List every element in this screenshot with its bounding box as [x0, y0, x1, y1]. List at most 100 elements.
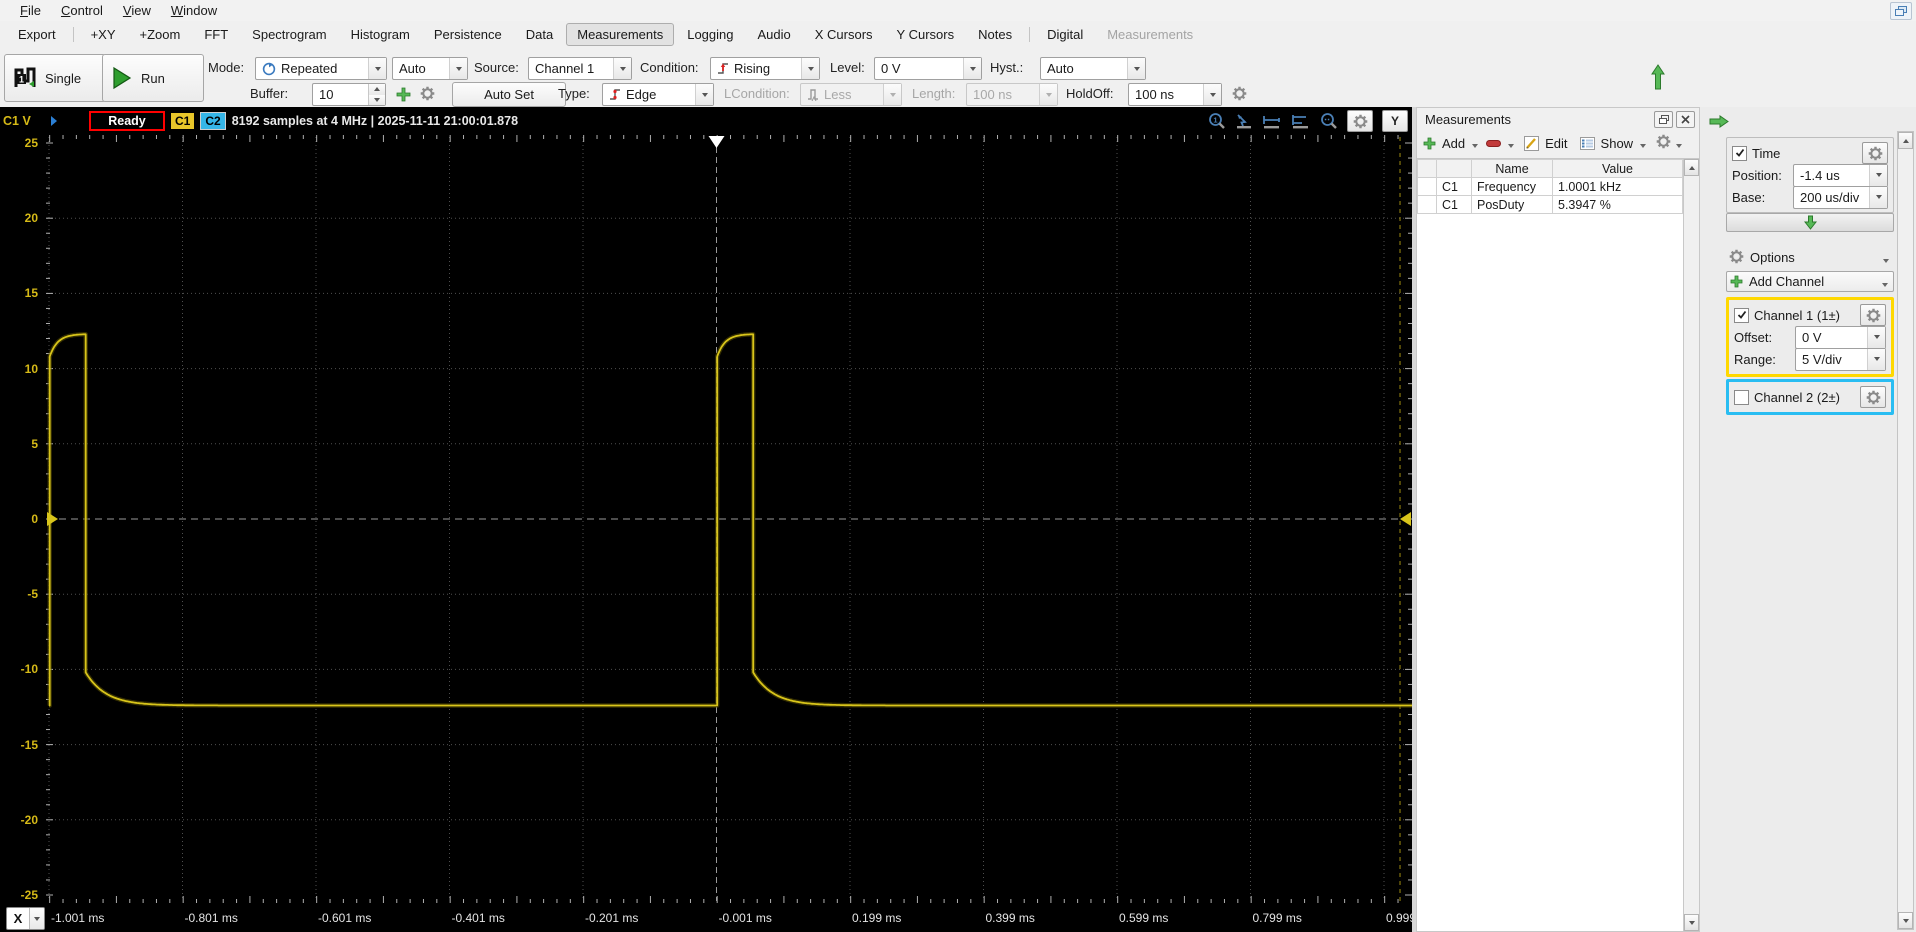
add-measurement-button[interactable]: Add	[1442, 136, 1465, 151]
lcondition-select[interactable]: Less	[800, 83, 902, 106]
add-measurement-icon[interactable]	[1423, 137, 1436, 150]
tab-data[interactable]: Data	[515, 23, 564, 46]
add-channel-dropdown[interactable]: Add Channel	[1726, 271, 1894, 292]
remove-measurement-icon[interactable]	[1486, 139, 1502, 147]
channel1-label: Channel 1 (1±)	[1754, 307, 1840, 323]
run-icon	[113, 66, 132, 90]
scroll-down-button[interactable]	[1898, 912, 1913, 929]
channel1-offset-select[interactable]: 0 V	[1795, 325, 1886, 349]
single-acquisition-icon: 1	[14, 67, 36, 87]
measurements-scrollbar[interactable]	[1683, 159, 1699, 931]
plot-area[interactable]: 25 20 15 10 5 0 -5 -10 -15 -20 -25	[0, 135, 1412, 903]
length-input[interactable]: 100 ns	[966, 83, 1058, 106]
show-dropdown-caret[interactable]	[1640, 144, 1647, 148]
scroll-up-button[interactable]	[1898, 132, 1913, 149]
buffer-stepper[interactable]: 10	[312, 83, 386, 106]
time-settings-button[interactable]	[1862, 142, 1888, 164]
options-dropdown[interactable]: Options	[1726, 247, 1894, 268]
menu-control[interactable]: Control	[51, 2, 113, 19]
channel1-badge[interactable]: C1	[171, 113, 195, 129]
buffer-settings-icon[interactable]	[420, 86, 435, 104]
close-panel-button[interactable]	[1676, 110, 1695, 128]
holdoff-input[interactable]: 100 ns	[1128, 83, 1222, 106]
tab-notes[interactable]: Notes	[967, 23, 1023, 46]
menu-file[interactable]: File	[10, 2, 51, 19]
tab-histogram[interactable]: Histogram	[340, 23, 421, 46]
zoom-region-icon[interactable]	[1320, 112, 1338, 130]
mode-auto-select[interactable]: Auto	[392, 57, 468, 80]
zoom-preset-icon[interactable]: 1	[1208, 112, 1226, 130]
tab--xy[interactable]: +XY	[80, 23, 127, 46]
control-panel-scrollbar[interactable]	[1897, 131, 1914, 930]
measurement-row[interactable]: C1 Frequency 1.0001 kHz	[1417, 177, 1683, 196]
oscilloscope-canvas[interactable]	[46, 135, 1412, 903]
tab-fft[interactable]: FFT	[193, 23, 239, 46]
measure-vertical-icon[interactable]	[1291, 113, 1311, 129]
edit-button[interactable]: Edit	[1545, 136, 1567, 151]
tab-digital[interactable]: Digital	[1036, 23, 1094, 46]
trigger-source-select[interactable]: Channel 1	[528, 57, 632, 80]
hysteresis-select[interactable]: Auto	[1040, 57, 1146, 80]
scroll-up-arrow-icon[interactable]	[1650, 63, 1666, 91]
add-dropdown-caret[interactable]	[1472, 144, 1479, 148]
add-buffer-icon[interactable]	[396, 87, 411, 102]
x-axis-button[interactable]: X	[6, 907, 45, 930]
tab-audio[interactable]: Audio	[747, 23, 802, 46]
cascade-windows-button[interactable]	[1890, 2, 1912, 20]
trigger-settings-icon[interactable]	[1232, 86, 1247, 104]
auto-set-button[interactable]: Auto Set	[452, 82, 566, 107]
pointer-mode-icon[interactable]	[1235, 113, 1253, 129]
remove-dropdown-caret[interactable]	[1508, 144, 1515, 148]
name-header[interactable]: Name	[1471, 159, 1553, 178]
run-button[interactable]: Run	[102, 54, 204, 102]
channel2-badge[interactable]: C2	[200, 112, 226, 130]
condition-label: Condition:	[640, 60, 699, 75]
trigger-level-input[interactable]: 0 V	[874, 57, 982, 80]
tab-persistence[interactable]: Persistence	[423, 23, 513, 46]
svg-text:1: 1	[19, 75, 24, 85]
show-button[interactable]: Show	[1601, 136, 1634, 151]
channel1-checkbox[interactable]	[1734, 307, 1749, 323]
channel2-checkbox[interactable]	[1734, 389, 1749, 405]
plot-settings-button[interactable]	[1347, 110, 1373, 132]
time-base-select[interactable]: 200 us/div	[1793, 185, 1888, 209]
tab-measurements[interactable]: Measurements	[566, 22, 675, 46]
collapse-arrow-icon[interactable]	[49, 115, 59, 127]
trigger-type-select[interactable]: Edge	[602, 83, 714, 106]
scroll-down-button[interactable]	[1684, 914, 1699, 931]
c1-trace-glow	[47, 332, 1412, 708]
tab-logging[interactable]: Logging	[676, 23, 744, 46]
tab-spectrogram[interactable]: Spectrogram	[241, 23, 337, 46]
single-button[interactable]: 1 Single	[4, 54, 106, 102]
measurements-settings-icon[interactable]	[1656, 134, 1671, 152]
scroll-up-button[interactable]	[1684, 159, 1699, 176]
channel1-offset-marker[interactable]	[47, 512, 58, 526]
value-header[interactable]: Value	[1552, 159, 1683, 178]
time-position-select[interactable]: -1.4 us	[1793, 163, 1888, 187]
tab-y-cursors[interactable]: Y Cursors	[886, 23, 966, 46]
tab-x-cursors[interactable]: X Cursors	[804, 23, 884, 46]
menu-window[interactable]: Window	[161, 2, 227, 19]
channel1-range-select[interactable]: 5 V/div	[1795, 347, 1886, 371]
mode-select[interactable]: Repeated	[255, 57, 387, 80]
edit-icon[interactable]	[1524, 135, 1540, 151]
tab-measurements[interactable]: Measurements	[1096, 23, 1204, 46]
show-columns-icon[interactable]	[1579, 136, 1595, 150]
collapse-time-button[interactable]	[1726, 213, 1894, 232]
tab--zoom[interactable]: +Zoom	[129, 23, 192, 46]
channel1-settings-button[interactable]	[1860, 304, 1886, 326]
channel2-settings-button[interactable]	[1860, 386, 1886, 408]
y-axis-button[interactable]: Y	[1382, 110, 1408, 132]
expand-panel-arrow-icon[interactable]	[1708, 115, 1730, 128]
time-checkbox[interactable]	[1732, 145, 1747, 161]
measure-horizontal-icon[interactable]	[1262, 113, 1282, 129]
trigger-position-marker[interactable]	[708, 136, 725, 148]
float-panel-button[interactable]	[1654, 110, 1673, 128]
tab-export[interactable]: Export	[7, 23, 67, 46]
trigger-condition-select[interactable]: Rising	[710, 57, 820, 80]
measurement-row[interactable]: C1 PosDuty 5.3947 %	[1417, 195, 1683, 214]
row-select-cell	[1417, 177, 1437, 196]
settings-dropdown-caret[interactable]	[1676, 144, 1683, 148]
menu-view[interactable]: View	[113, 2, 161, 19]
trigger-level-marker[interactable]	[1400, 512, 1411, 526]
